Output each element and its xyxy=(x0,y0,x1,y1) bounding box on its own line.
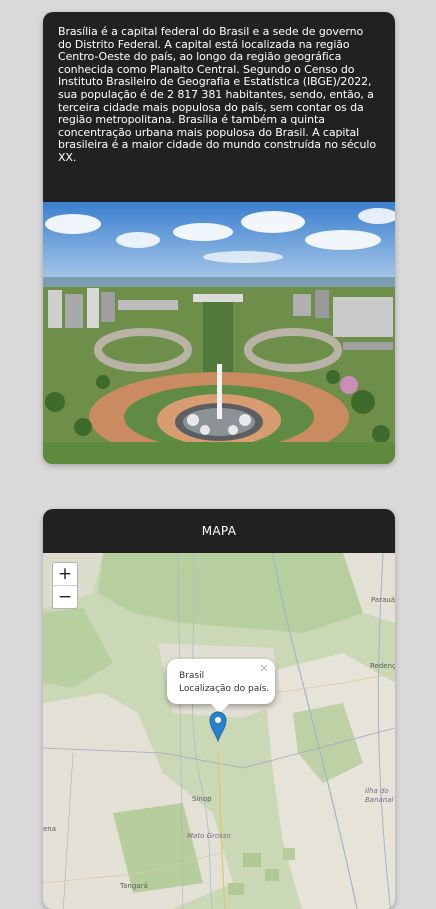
map-label-mato-grosso: Mato Grosso xyxy=(187,832,231,840)
map-label-ena: ena xyxy=(43,825,57,833)
map-title: MAPA xyxy=(201,524,237,538)
brasilia-photo xyxy=(43,202,395,464)
description-text: Brasília é a capital federal do Brasil e… xyxy=(58,25,376,164)
popup-subtitle: Localização do país. xyxy=(179,684,270,694)
popup-close-button[interactable]: × xyxy=(259,661,269,675)
map-label-ilha: Ilha do xyxy=(365,787,389,795)
map-marker-icon[interactable] xyxy=(209,710,227,742)
zoom-control: + − xyxy=(52,562,78,609)
map-label-bananal: Bananal xyxy=(365,796,394,804)
map[interactable]: Parauá Redenç Sinop Ilha do Bananal Mato… xyxy=(43,553,395,909)
zoom-out-button[interactable]: − xyxy=(53,585,77,608)
info-card: Brasília é a capital federal do Brasil e… xyxy=(43,12,395,464)
popup-title: Brasil xyxy=(179,671,205,681)
map-label-sinop: Sinop xyxy=(192,795,212,803)
map-card: MAPA Parauá Redenç Sinop Ilha do Bananal… xyxy=(43,509,395,909)
map-label-paraua: Parauá xyxy=(371,596,395,604)
zoom-in-button[interactable]: + xyxy=(53,563,77,585)
marker-popup: × Brasil Localização do país. xyxy=(167,659,275,713)
map-label-redencao: Redenç xyxy=(370,662,395,670)
